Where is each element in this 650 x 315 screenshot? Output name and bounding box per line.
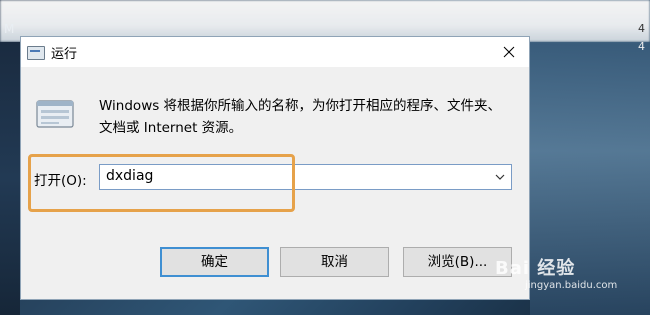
close-button[interactable] bbox=[489, 37, 529, 67]
baidu-watermark: Bai 经验 jingyan.baidu.com bbox=[495, 254, 617, 291]
close-icon bbox=[503, 46, 515, 58]
run-window-icon bbox=[27, 46, 45, 60]
dialog-description: Windows 将根据你所输入的名称，为你打开相应的程序、文件夹、文档或 Int… bbox=[99, 98, 502, 136]
desktop-edge-text: M bbox=[4, 22, 15, 36]
desktop-edge-text-right: 4 bbox=[638, 40, 645, 53]
dialog-title: 运行 bbox=[51, 47, 78, 62]
watermark-sub: jingyan.baidu.com bbox=[525, 280, 618, 291]
desktop-edge-text-right-top: 4 bbox=[638, 22, 645, 35]
desktop-background-left bbox=[0, 42, 20, 315]
watermark-main: Bai 经验 bbox=[495, 258, 576, 279]
chevron-down-icon[interactable] bbox=[495, 172, 505, 182]
run-program-icon bbox=[36, 100, 74, 128]
dialog-titlebar[interactable]: 运行 bbox=[21, 37, 529, 67]
open-input-value[interactable]: dxdiag bbox=[106, 168, 153, 184]
open-label: 打开(O): bbox=[34, 173, 87, 189]
run-dialog: 运行 Windows 将根据你所输入的名称，为你打开相应的程序、文件夹、文档或 … bbox=[20, 36, 530, 300]
cancel-button[interactable]: 取消 bbox=[280, 247, 389, 277]
ok-button[interactable]: 确定 bbox=[160, 247, 269, 277]
open-input[interactable]: dxdiag bbox=[99, 164, 512, 190]
